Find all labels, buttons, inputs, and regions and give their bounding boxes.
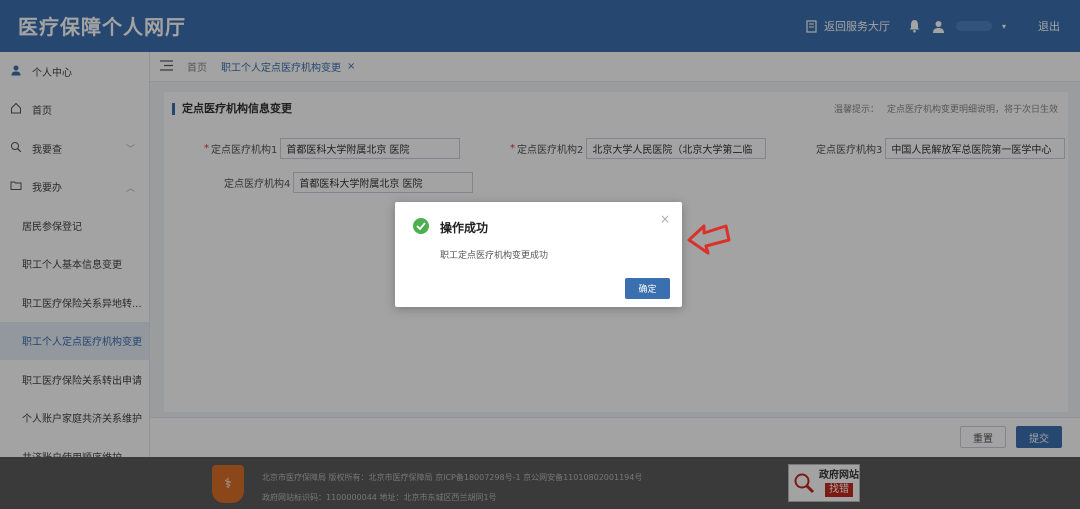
success-dialog: 操作成功 × 职工定点医疗机构变更成功 确定 [395,202,682,307]
red-arrow-annotation-icon [687,224,731,255]
confirm-button[interactable]: 确定 [625,278,670,299]
dialog-title: 操作成功 [440,221,489,235]
close-icon[interactable]: × [660,212,670,226]
check-circle-icon [413,218,429,234]
dialog-message: 职工定点医疗机构变更成功 [440,251,549,261]
